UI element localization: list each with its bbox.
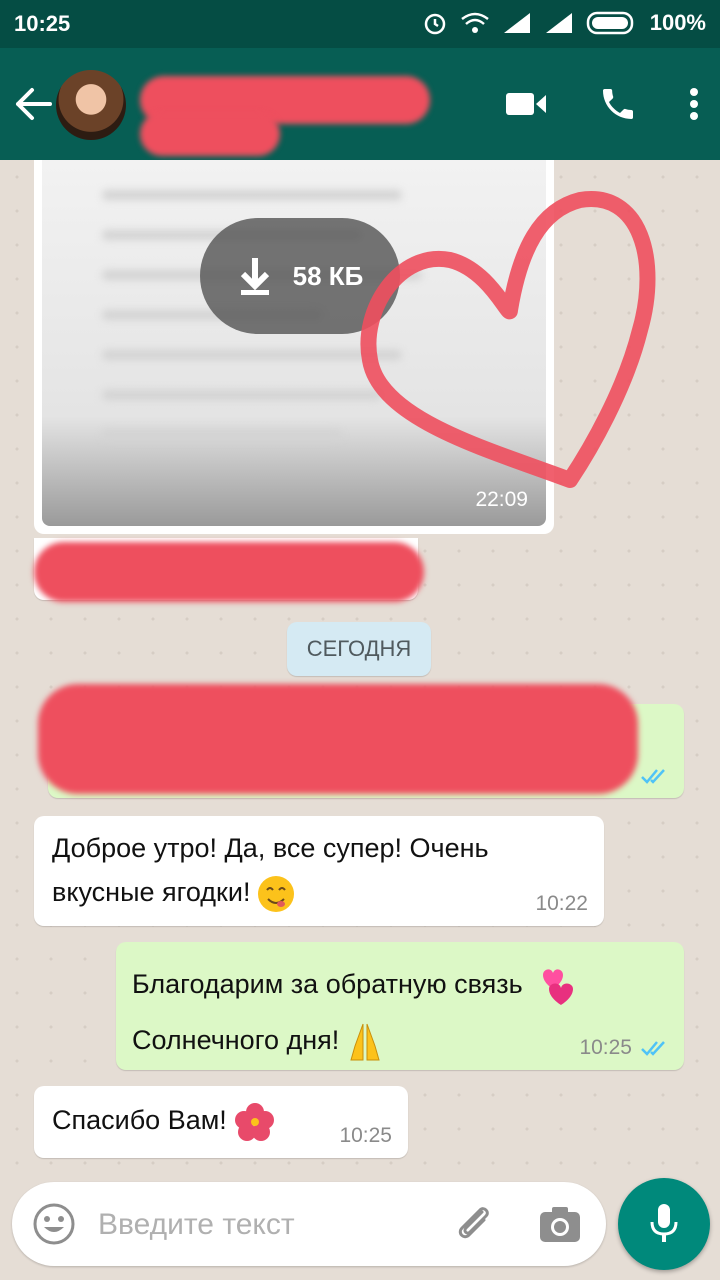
battery-percent: 100% [649, 10, 706, 35]
status-bar: 10:25 100% [0, 0, 720, 48]
emoji-icon[interactable] [32, 1202, 76, 1246]
double-check-icon [641, 1041, 665, 1056]
contact-name-redacted[interactable] [140, 76, 430, 156]
message-input[interactable] [96, 1198, 440, 1252]
outgoing-message[interactable]: Благодарим за обратную связь Солнечного … [116, 942, 684, 1070]
message-text: Благодарим за обратную связь [132, 969, 523, 999]
incoming-message[interactable]: Доброе утро! Да, все супер! Очень вкусны… [34, 816, 604, 926]
wifi-icon [460, 12, 489, 33]
download-icon [240, 258, 269, 295]
camera-icon[interactable] [538, 1204, 582, 1244]
redacted-message[interactable] [34, 538, 424, 602]
back-arrow-icon[interactable] [14, 86, 54, 122]
incoming-message[interactable]: Спасибо Вам! 10:25 [34, 1086, 408, 1158]
status-time: 10:25 [14, 11, 71, 36]
mic-button[interactable] [618, 1178, 710, 1270]
message-text: Доброе утро! Да, все супер! Очень [52, 833, 489, 863]
message-input-bar [12, 1182, 606, 1266]
alarm-icon [424, 13, 445, 35]
attach-icon[interactable] [452, 1202, 496, 1246]
double-check-icon [641, 769, 665, 784]
signal-icon [545, 13, 572, 33]
heart-drawing [360, 191, 656, 488]
video-call-icon[interactable] [504, 89, 548, 119]
battery-icon [586, 11, 633, 35]
date-divider: СЕГОДНЯ [287, 622, 431, 676]
signal-icon [503, 13, 530, 33]
smiling-face-emoji-icon [258, 875, 295, 912]
hearts-emoji-icon [542, 969, 573, 1005]
message-text: вкусные ягодки! [52, 877, 251, 907]
message-time: 10:22 [535, 892, 588, 915]
mic-icon [650, 1204, 678, 1242]
message-text: Солнечного дня! [132, 1025, 340, 1055]
chat-area[interactable]: 58 КБ 22:09 СЕГОДНЯ Доброе утро! Да, все… [0, 160, 720, 1180]
folded-hands-emoji-icon [350, 1023, 380, 1061]
message-time: 10:25 [339, 1124, 392, 1147]
message-text: Спасибо Вам! [52, 1105, 227, 1136]
redacted-outgoing-message[interactable] [38, 684, 684, 798]
more-vert-icon[interactable] [688, 86, 700, 122]
hibiscus-emoji-icon [234, 1103, 274, 1141]
phone-icon[interactable] [598, 84, 638, 124]
contact-avatar[interactable] [56, 70, 126, 140]
message-time: 10:25 [579, 1036, 632, 1059]
chat-header [0, 48, 720, 160]
